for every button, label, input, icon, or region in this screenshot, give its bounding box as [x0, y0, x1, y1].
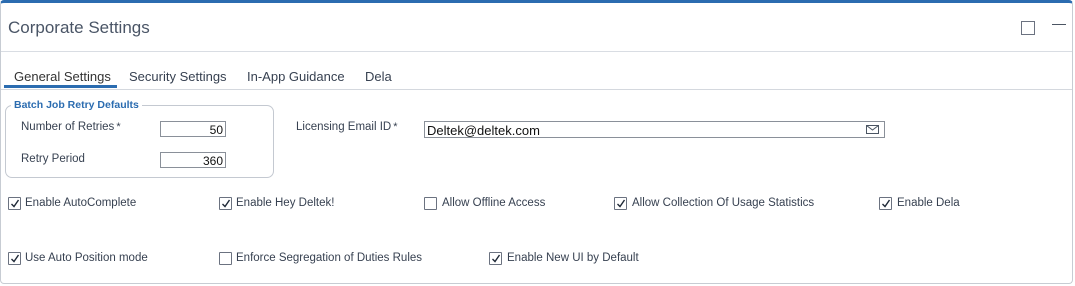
enforce-segregation-checkbox[interactable] [219, 252, 232, 265]
allow-usage-statistics-checkbox[interactable] [614, 197, 627, 210]
checkmark-icon [11, 199, 20, 208]
checkmark-icon [11, 254, 20, 263]
required-mark: * [116, 121, 121, 133]
active-tab-indicator [4, 85, 117, 88]
retry-period-input[interactable]: 360 [160, 152, 226, 168]
enforce-segregation-label: Enforce Segregation of Duties Rules [236, 252, 423, 264]
mail-icon[interactable] [866, 125, 879, 134]
allow-usage-statistics-label: Allow Collection Of Usage Statistics [632, 197, 815, 209]
page-title: Corporate Settings [8, 18, 150, 37]
use-auto-position-checkbox[interactable] [8, 252, 21, 265]
tab-in-app-guidance[interactable]: In-App Guidance [247, 69, 345, 84]
tab-bar: General Settings Security Settings In-Ap… [1, 52, 1072, 90]
licensing-email-input[interactable]: Deltek@deltek.com [424, 121, 885, 138]
tab-security-settings[interactable]: Security Settings [129, 69, 227, 84]
use-auto-position-label: Use Auto Position mode [25, 252, 148, 264]
retries-label-text: Number of Retries [21, 121, 115, 133]
tab-general-settings[interactable]: General Settings [14, 69, 111, 84]
maximize-button[interactable] [1021, 21, 1035, 35]
minimize-button[interactable] [1052, 24, 1066, 25]
batch-job-retry-group [5, 105, 274, 178]
retry-period-label: Retry Period [21, 153, 85, 165]
checkmark-icon [882, 199, 891, 208]
licensing-email-value: Deltek@deltek.com [427, 123, 540, 138]
title-bar: Corporate Settings [1, 3, 1072, 52]
required-mark: * [393, 121, 398, 133]
allow-offline-access-label: Allow Offline Access [442, 197, 546, 209]
retries-label: Number of Retries * [21, 121, 121, 133]
enable-hey-deltek-label: Enable Hey Deltek! [236, 197, 335, 209]
checkmark-icon [222, 199, 231, 208]
checkmark-icon [617, 199, 626, 208]
enable-autocomplete-label: Enable AutoComplete [25, 197, 137, 209]
enable-new-ui-label: Enable New UI by Default [507, 252, 639, 264]
enable-hey-deltek-checkbox[interactable] [219, 197, 232, 210]
licensing-email-label: Licensing Email ID * [296, 121, 398, 133]
allow-offline-access-checkbox[interactable] [424, 197, 437, 210]
enable-autocomplete-checkbox[interactable] [8, 197, 21, 210]
enable-dela-label: Enable Dela [897, 197, 960, 209]
enable-dela-checkbox[interactable] [879, 197, 892, 210]
tab-dela[interactable]: Dela [365, 69, 392, 84]
batch-job-retry-legend: Batch Job Retry Defaults [11, 99, 142, 111]
licensing-email-label-text: Licensing Email ID [296, 121, 392, 133]
checkmark-icon [492, 254, 501, 263]
retries-input[interactable]: 50 [160, 121, 226, 137]
enable-new-ui-checkbox[interactable] [489, 252, 502, 265]
